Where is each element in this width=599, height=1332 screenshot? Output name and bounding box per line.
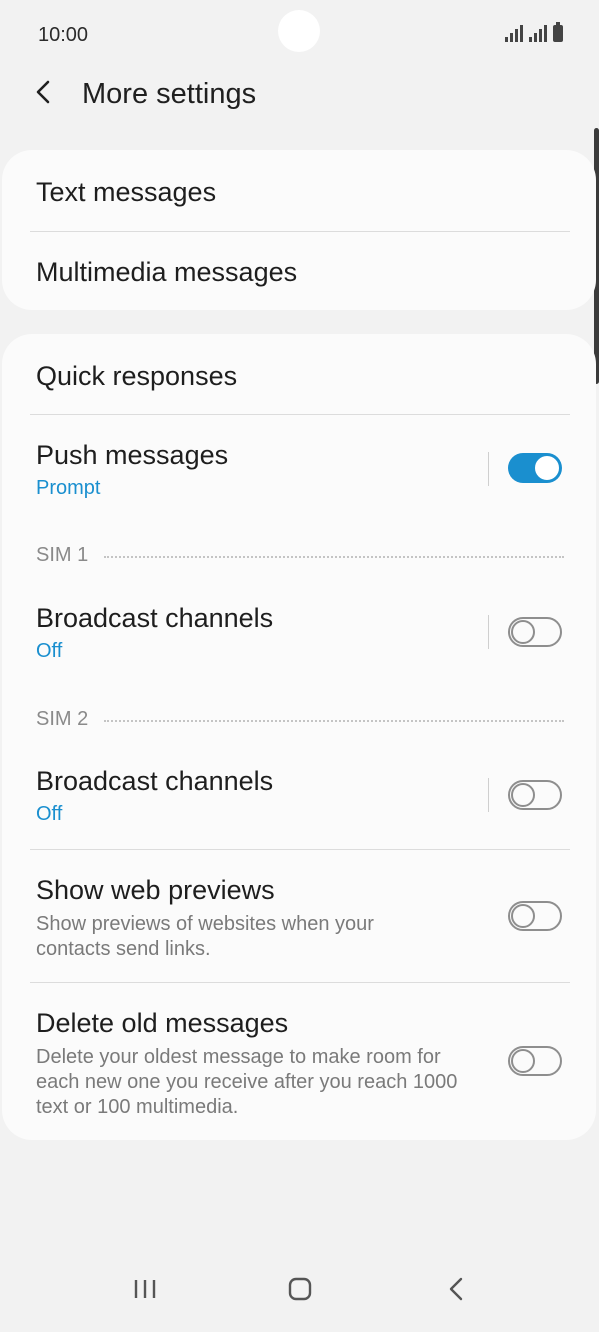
dotted-divider — [104, 555, 564, 558]
sim2-broadcast-channels-item[interactable]: Broadcast channels Off — [2, 766, 596, 826]
text-messages-item[interactable]: Text messages — [2, 177, 596, 208]
divider — [30, 849, 570, 850]
delete-old-messages-item[interactable]: Delete old messages Delete your oldest m… — [2, 1008, 596, 1120]
multimedia-messages-item[interactable]: Multimedia messages — [2, 257, 596, 288]
sim2-broadcast-toggle[interactable] — [508, 780, 562, 810]
delete-old-messages-description: Delete your oldest message to make room … — [36, 1046, 458, 1118]
sim2-label: SIM 2 — [36, 708, 89, 730]
dotted-divider — [104, 719, 564, 722]
status-time: 10:00 — [38, 24, 89, 46]
sim1-broadcast-toggle[interactable] — [508, 617, 562, 647]
signal-sim2-icon — [529, 24, 547, 42]
sim1-section-header: SIM 1 — [36, 544, 564, 567]
sim1-broadcast-status: Off — [36, 640, 63, 662]
vertical-separator — [488, 615, 489, 649]
home-icon — [288, 1277, 312, 1301]
push-messages-toggle[interactable] — [508, 453, 562, 483]
sim2-section-header: SIM 2 — [36, 708, 564, 731]
text-messages-label: Text messages — [36, 177, 217, 207]
status-bar: 10:00 — [0, 0, 599, 70]
sim2-broadcast-status: Off — [36, 803, 63, 825]
home-button[interactable] — [270, 1268, 330, 1312]
status-icons — [505, 22, 563, 42]
web-previews-label: Show web previews — [36, 875, 275, 905]
push-messages-item[interactable]: Push messages Prompt — [2, 440, 596, 500]
front-camera — [278, 10, 320, 52]
sim1-label: SIM 1 — [36, 544, 89, 566]
back-button[interactable] — [30, 76, 60, 108]
settings-group-messages: Text messages Multimedia messages — [2, 150, 596, 310]
page-title: More settings — [82, 78, 257, 110]
recent-apps-button[interactable] — [115, 1268, 175, 1312]
signal-sim1-icon — [505, 24, 523, 42]
app-bar: More settings — [0, 62, 599, 126]
multimedia-messages-label: Multimedia messages — [36, 257, 298, 287]
web-previews-description: Show previews of websites when your cont… — [36, 913, 374, 960]
delete-old-messages-toggle[interactable] — [508, 1046, 562, 1076]
navigation-bar — [0, 1252, 599, 1332]
divider — [30, 231, 570, 232]
quick-responses-label: Quick responses — [36, 361, 238, 391]
push-messages-status: Prompt — [36, 477, 101, 499]
web-previews-toggle[interactable] — [508, 901, 562, 931]
sim1-broadcast-channels-item[interactable]: Broadcast channels Off — [2, 603, 596, 663]
back-arrow-icon — [449, 1277, 463, 1301]
web-previews-item[interactable]: Show web previews Show previews of websi… — [2, 875, 596, 962]
vertical-separator — [488, 452, 489, 486]
settings-group-more: Quick responses Push messages Prompt SIM… — [2, 334, 596, 1140]
delete-old-messages-label: Delete old messages — [36, 1008, 289, 1038]
vertical-separator — [488, 778, 489, 812]
chevron-left-icon — [36, 80, 50, 104]
nav-back-button[interactable] — [426, 1268, 486, 1312]
recent-apps-icon — [134, 1280, 156, 1298]
battery-icon — [553, 22, 563, 42]
divider — [30, 982, 570, 983]
divider — [30, 414, 570, 415]
quick-responses-item[interactable]: Quick responses — [2, 361, 596, 392]
